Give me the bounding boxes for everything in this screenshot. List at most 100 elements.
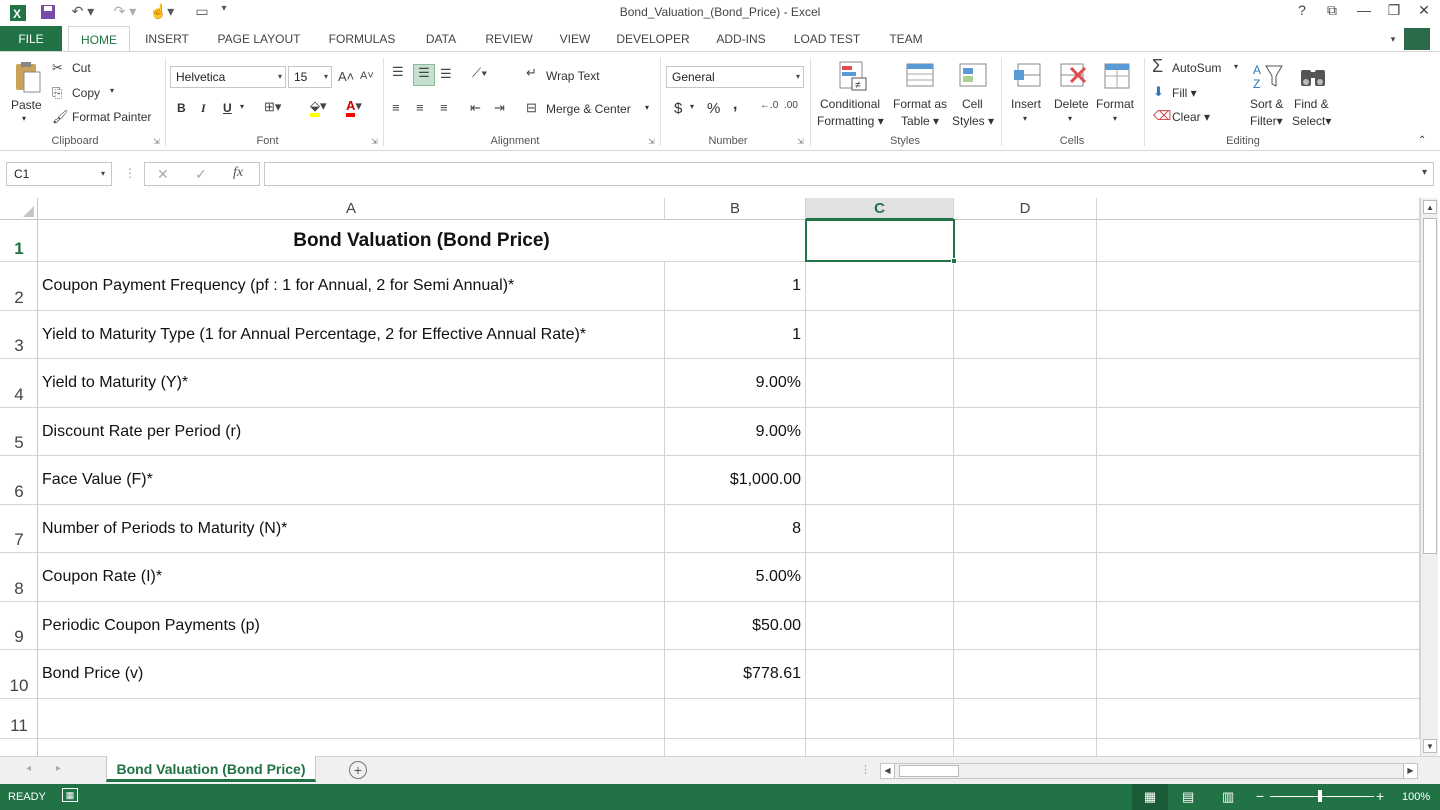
label-cell[interactable]: Discount Rate per Period (r) bbox=[38, 408, 665, 456]
font-launcher-icon[interactable]: ⇲ bbox=[371, 137, 378, 146]
align-right-icon[interactable]: ≡ bbox=[440, 100, 448, 115]
empty-cell[interactable] bbox=[954, 553, 1097, 602]
help-button[interactable]: ? bbox=[1290, 2, 1314, 22]
borders-icon[interactable]: ⊞▾ bbox=[264, 99, 281, 115]
row-header-7[interactable]: 7 bbox=[0, 505, 38, 553]
sort-filter-label-1[interactable]: Sort & bbox=[1250, 97, 1283, 111]
empty-cell[interactable] bbox=[1097, 650, 1420, 699]
maximize-icon[interactable]: ❐ bbox=[1382, 2, 1406, 22]
row-header-11[interactable]: 11 bbox=[0, 699, 38, 739]
account-avatar[interactable] bbox=[1404, 28, 1430, 50]
autosum-dropdown-icon[interactable]: ▾ bbox=[1234, 62, 1238, 71]
empty-cell[interactable] bbox=[1097, 505, 1420, 553]
row-header-9[interactable]: 9 bbox=[0, 602, 38, 650]
collapse-ribbon-chevron-icon[interactable]: ⌃ bbox=[1418, 135, 1426, 146]
tab-home[interactable]: HOME bbox=[68, 26, 130, 52]
collapse-ribbon-icon[interactable]: ▾ bbox=[1386, 26, 1400, 52]
format-as-table-label-1[interactable]: Format as bbox=[893, 97, 947, 111]
empty-cell[interactable] bbox=[954, 739, 1097, 756]
format-painter-button[interactable]: Format Painter bbox=[72, 110, 151, 124]
insert-function-button[interactable]: fx bbox=[233, 165, 243, 181]
underline-button[interactable]: U bbox=[223, 101, 232, 115]
vertical-scrollbar[interactable]: ▲ ▼ bbox=[1420, 198, 1438, 756]
scroll-down-icon[interactable]: ▼ bbox=[1423, 739, 1437, 753]
column-header-b[interactable]: B bbox=[665, 198, 806, 220]
fill-icon[interactable]: ⬇ bbox=[1153, 84, 1164, 100]
empty-cell[interactable] bbox=[806, 602, 954, 650]
page-break-view-icon[interactable]: ▥ bbox=[1222, 789, 1234, 805]
zoom-in-icon[interactable]: + bbox=[1376, 788, 1384, 804]
increase-indent-icon[interactable]: ⇥ bbox=[494, 100, 505, 116]
row-header-12[interactable] bbox=[0, 739, 38, 756]
percent-button[interactable]: % bbox=[707, 100, 720, 117]
conditional-formatting-icon[interactable]: ≠ bbox=[838, 60, 868, 91]
column-header-d[interactable]: D bbox=[954, 198, 1097, 220]
prev-sheet-icon[interactable]: ◂ bbox=[26, 763, 31, 774]
empty-cell[interactable] bbox=[1097, 359, 1420, 408]
fill-button[interactable]: Fill ▾ bbox=[1172, 86, 1197, 100]
tab-review[interactable]: REVIEW bbox=[478, 26, 540, 52]
conditional-formatting-label-2[interactable]: Formatting ▾ bbox=[817, 114, 884, 128]
row-header-6[interactable]: 6 bbox=[0, 456, 38, 505]
align-bottom-icon[interactable]: ☰ bbox=[440, 66, 452, 82]
find-select-label-1[interactable]: Find & bbox=[1294, 97, 1329, 111]
empty-cell[interactable] bbox=[1097, 602, 1420, 650]
cell-styles-label-2[interactable]: Styles ▾ bbox=[952, 114, 994, 128]
empty-cell[interactable] bbox=[665, 699, 806, 739]
clear-icon[interactable]: ⌫ bbox=[1153, 108, 1171, 124]
paste-icon[interactable] bbox=[10, 60, 41, 93]
empty-cell[interactable] bbox=[954, 456, 1097, 505]
row-header-4[interactable]: 4 bbox=[0, 359, 38, 408]
empty-cell[interactable] bbox=[954, 311, 1097, 359]
format-as-table-label-2[interactable]: Table ▾ bbox=[901, 114, 939, 128]
column-header-a[interactable]: A bbox=[38, 198, 665, 220]
scroll-right-icon[interactable]: ▶ bbox=[1403, 764, 1417, 778]
cell-e1[interactable] bbox=[1097, 220, 1420, 262]
select-all-corner[interactable] bbox=[0, 198, 38, 220]
format-as-table-icon[interactable] bbox=[905, 60, 935, 90]
name-box[interactable]: C1 ▾ bbox=[6, 162, 112, 186]
empty-cell[interactable] bbox=[806, 505, 954, 553]
copy-icon[interactable]: ⎘ bbox=[52, 85, 62, 101]
increase-font-icon[interactable]: A˄ bbox=[338, 69, 354, 84]
format-button[interactable]: Format bbox=[1096, 97, 1134, 111]
currency-button[interactable]: $ bbox=[674, 100, 682, 117]
formula-input[interactable]: ▾ bbox=[264, 162, 1434, 186]
format-dropdown-icon[interactable]: ▾ bbox=[1113, 114, 1117, 123]
merge-center-icon[interactable]: ⊟ bbox=[526, 100, 537, 116]
align-top-icon[interactable]: ☰ bbox=[392, 64, 404, 80]
wrap-text-button[interactable]: Wrap Text bbox=[546, 69, 600, 83]
row-header-8[interactable]: 8 bbox=[0, 553, 38, 602]
zoom-slider-thumb[interactable] bbox=[1318, 790, 1322, 802]
empty-cell[interactable] bbox=[1097, 553, 1420, 602]
zoom-level[interactable]: 100% bbox=[1402, 791, 1430, 803]
wrap-text-icon[interactable]: ↵ bbox=[526, 65, 537, 81]
bold-button[interactable]: B bbox=[177, 101, 186, 115]
tab-formulas[interactable]: FORMULAS bbox=[320, 26, 404, 52]
empty-cell[interactable] bbox=[1097, 408, 1420, 456]
zoom-out-icon[interactable]: − bbox=[1256, 788, 1264, 804]
label-cell[interactable]: Yield to Maturity Type (1 for Annual Per… bbox=[38, 311, 665, 359]
align-left-icon[interactable]: ≡ bbox=[392, 100, 400, 115]
tab-view[interactable]: VIEW bbox=[552, 26, 598, 52]
underline-dropdown-icon[interactable]: ▾ bbox=[240, 102, 244, 111]
orientation-icon[interactable]: ⟋▾ bbox=[472, 65, 487, 81]
empty-cell[interactable] bbox=[806, 739, 954, 756]
delete-dropdown-icon[interactable]: ▾ bbox=[1068, 114, 1072, 123]
empty-cell[interactable] bbox=[1097, 456, 1420, 505]
fill-handle[interactable] bbox=[951, 258, 957, 264]
delete-cells-icon[interactable] bbox=[1057, 60, 1087, 90]
value-cell[interactable]: 9.00% bbox=[665, 408, 806, 456]
label-cell[interactable]: Face Value (F)* bbox=[38, 456, 665, 505]
ribbon-display-options-icon[interactable]: ⧉ bbox=[1320, 2, 1344, 22]
autosum-icon[interactable]: Σ bbox=[1152, 56, 1163, 77]
confirm-entry-icon[interactable]: ✓ bbox=[195, 166, 207, 183]
empty-cell[interactable] bbox=[806, 699, 954, 739]
merge-center-button[interactable]: Merge & Center bbox=[546, 102, 631, 116]
tab-file[interactable]: FILE bbox=[0, 26, 62, 52]
horizontal-scroll-thumb[interactable] bbox=[899, 765, 959, 777]
empty-cell[interactable] bbox=[806, 262, 954, 311]
label-cell[interactable]: Yield to Maturity (Y)* bbox=[38, 359, 665, 408]
tab-add-ins[interactable]: ADD-INS bbox=[706, 26, 776, 52]
label-cell[interactable]: Coupon Rate (I)* bbox=[38, 553, 665, 602]
